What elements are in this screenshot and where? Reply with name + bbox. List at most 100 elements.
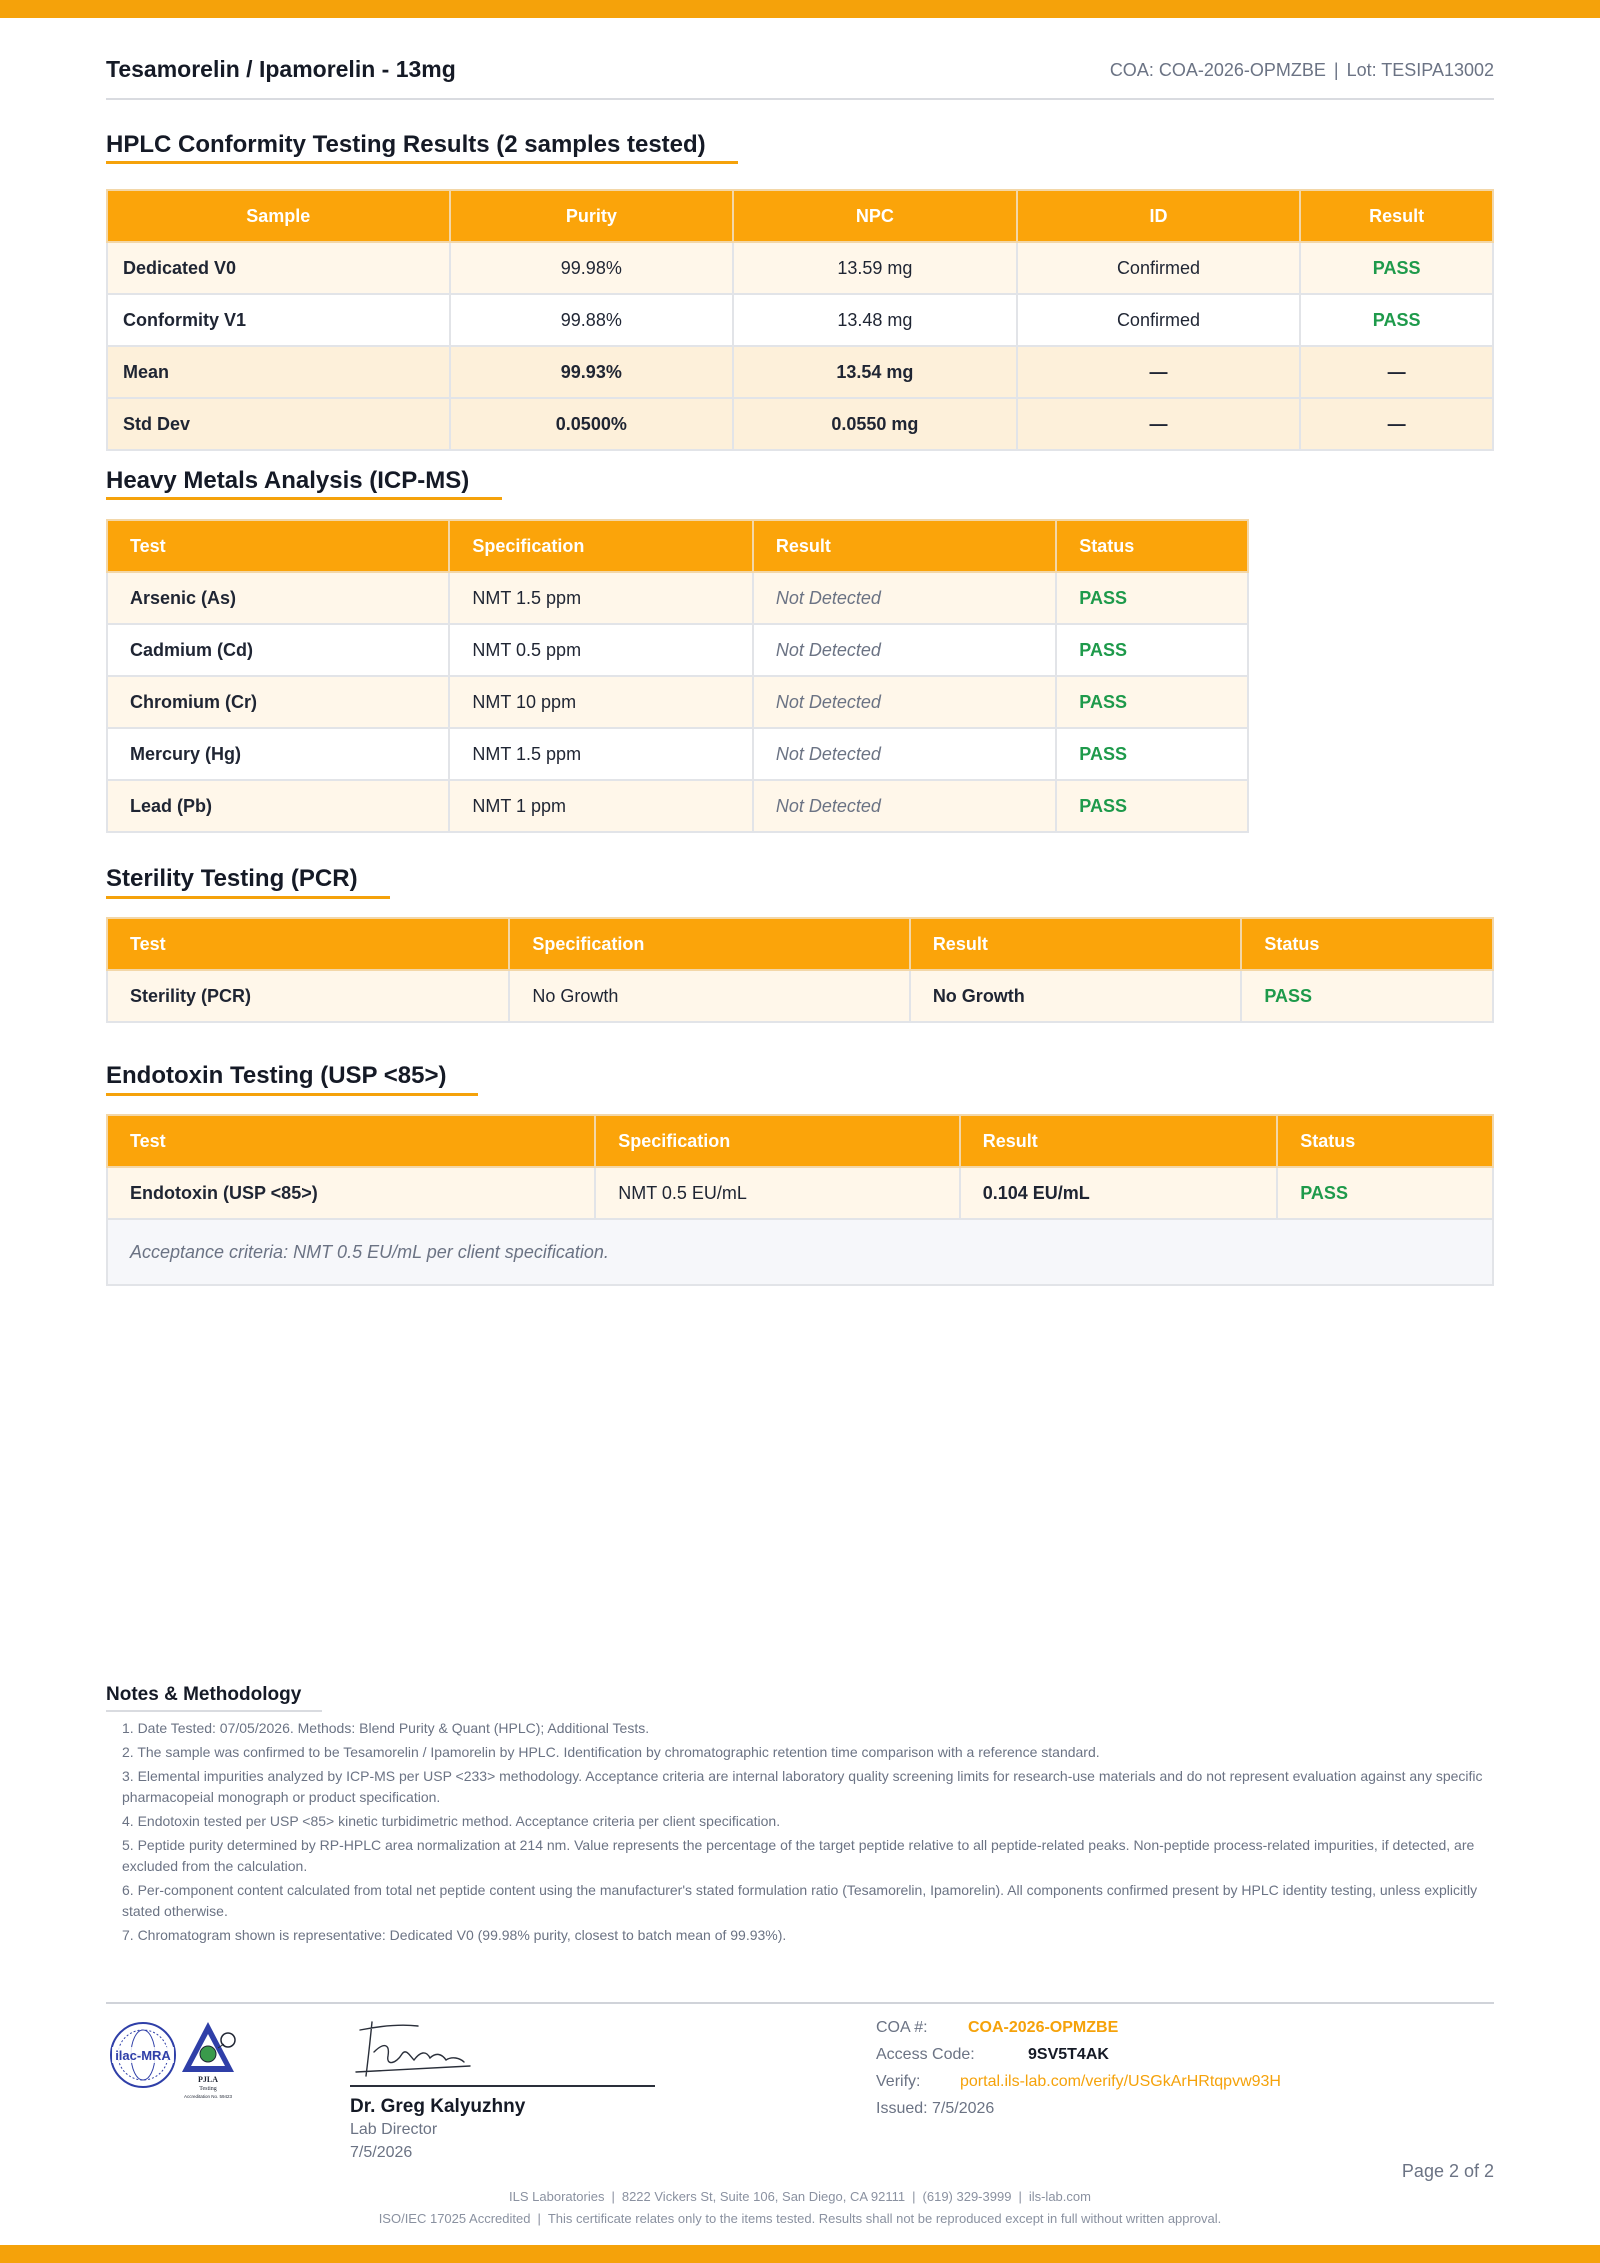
column-header: Sample: [106, 189, 451, 243]
table-header-row: Sample Purity NPC ID Result: [106, 189, 1494, 243]
access-code-value: 9SV5T4AK: [1028, 2046, 1109, 2063]
purity-value: 99.98%: [448, 241, 735, 295]
id-value: Confirmed: [1015, 293, 1302, 347]
mean-npc: 13.54 mg: [732, 345, 1018, 399]
note-item: 3. Elemental impurities analyzed by ICP-…: [122, 1768, 1483, 1805]
note-item: 1. Date Tested: 07/05/2026. Methods: Ble…: [122, 1720, 650, 1736]
column-header: Result: [751, 519, 1058, 573]
specification: NMT 0.5 EU/mL: [594, 1166, 961, 1220]
specification: NMT 1 ppm: [448, 779, 754, 833]
stddev-npc: 0.0550 mg: [732, 397, 1018, 451]
sterility-table: Test Specification Result Status Sterili…: [105, 917, 1494, 1023]
column-header: Specification: [448, 519, 754, 573]
product-title: Tesamorelin / Ipamorelin - 13mg: [106, 56, 456, 82]
access-code-row: Access Code: 9SV5T4AK: [876, 2046, 1109, 2064]
stddev-result: —: [1299, 397, 1494, 451]
access-label: Access Code:: [876, 2046, 975, 2063]
pjla-testing-logo: PJLA Testing Accreditation No. 59423: [182, 2022, 236, 2099]
note-item: 4. Endotoxin tested per USP <85> kinetic…: [122, 1813, 781, 1829]
table-row: Dedicated V0 99.98% 13.59 mg Confirmed P…: [106, 241, 1494, 295]
signer-role: Lab Director: [350, 2121, 438, 2138]
specification: NMT 1.5 ppm: [448, 571, 754, 625]
table-row: Endotoxin (USP <85>) NMT 0.5 EU/mL 0.104…: [105, 1166, 1494, 1220]
bottom-accent-bar: [0, 2245, 1600, 2263]
heavy-metals-table: Test Specification Result Status Arsenic…: [105, 519, 1249, 833]
column-header: Result: [1299, 189, 1494, 243]
top-accent-bar: [0, 0, 1600, 18]
coa-number: COA: COA-2026-OPMZBE: [1109, 60, 1326, 80]
id-value: Confirmed: [1015, 241, 1302, 295]
status-pass: PASS: [1055, 571, 1249, 625]
hplc-title-underline: [106, 161, 738, 164]
status-pass: PASS: [1055, 675, 1249, 729]
specification: NMT 1.5 ppm: [448, 727, 754, 781]
endotoxin-title-underline: [106, 1093, 478, 1096]
document-meta: COA: COA-2026-OPMZBE | Lot: TESIPA13002: [1109, 60, 1494, 80]
page-number: Page 2 of 2: [1401, 2161, 1494, 2181]
table-header-row: Test Specification Result Status: [105, 917, 1494, 971]
test-name: Lead (Pb): [105, 779, 451, 833]
disclaimer-text: This certificate relates only to the ite…: [547, 2211, 1222, 2226]
metals-section-title: Heavy Metals Analysis (ICP-MS): [106, 467, 470, 494]
note-item: 2. The sample was confirmed to be Tesamo…: [122, 1744, 1100, 1760]
column-header: Status: [1240, 917, 1494, 971]
note-item: 5. Peptide purity determined by RP-HPLC …: [122, 1837, 1475, 1874]
status-pass: PASS: [1055, 779, 1249, 833]
coa-label: COA #:: [876, 2019, 928, 2036]
column-header: Specification: [508, 917, 911, 971]
sample-name: Conformity V1: [106, 293, 451, 347]
specification: NMT 10 ppm: [448, 675, 754, 729]
table-header-row: Test Specification Result Status: [105, 1114, 1494, 1168]
purity-value: 99.88%: [448, 293, 735, 347]
note-item: 6. Per-component content calculated from…: [122, 1882, 1478, 1919]
endotoxin-section-title: Endotoxin Testing (USP <85>): [106, 1062, 447, 1089]
column-header: Status: [1055, 519, 1249, 573]
lab-phone: (619) 329-3999: [922, 2189, 1012, 2204]
column-header: Status: [1276, 1114, 1494, 1168]
stddev-id: —: [1015, 397, 1302, 451]
column-header: Test: [105, 1114, 597, 1168]
result-pass: PASS: [1299, 293, 1494, 347]
column-header: Result: [958, 1114, 1279, 1168]
stddev-label: Std Dev: [106, 397, 451, 451]
footer-divider: [106, 2002, 1494, 2004]
pjla-name: PJLA: [198, 2075, 218, 2084]
column-header: Test: [105, 519, 451, 573]
signature-line: [350, 2085, 655, 2087]
sample-name: Dedicated V0: [106, 241, 451, 295]
signature-image: [355, 2021, 471, 2077]
endotoxin-table: Test Specification Result Status Endotox…: [105, 1114, 1494, 1286]
column-header: ID: [1015, 189, 1302, 243]
npc-value: 13.48 mg: [732, 293, 1018, 347]
test-result: Not Detected: [751, 623, 1058, 677]
verify-link[interactable]: portal.ils-lab.com/verify/USGkArHRtqpvw9…: [960, 2073, 1281, 2091]
column-header: Result: [908, 917, 1243, 971]
ilac-mra-logo: ilac-MRA: [110, 2022, 176, 2088]
acceptance-criteria-row: Acceptance criteria: NMT 0.5 EU/mL per c…: [106, 1218, 1494, 1286]
document-header: Tesamorelin / Ipamorelin - 13mg COA: COA…: [106, 52, 1494, 100]
status-pass: PASS: [1240, 969, 1494, 1023]
test-name: Arsenic (As): [105, 571, 451, 625]
metals-title-underline: [106, 497, 502, 500]
pjla-sub: Testing: [199, 2086, 217, 2092]
notes-list: 1. Date Tested: 07/05/2026. Methods: Ble…: [122, 1718, 1494, 1949]
note-item: 7. Chromatogram shown is representative:…: [122, 1927, 787, 1943]
coa-number-row: COA #: COA-2026-OPMZBE: [876, 2019, 1118, 2037]
test-name: Endotoxin (USP <85>): [105, 1166, 597, 1220]
sterility-title-underline: [106, 896, 390, 899]
stddev-purity: 0.0500%: [448, 397, 735, 451]
lab-website: ils-lab.com: [1028, 2189, 1091, 2204]
test-result: Not Detected: [751, 727, 1058, 781]
test-result: Not Detected: [751, 571, 1058, 625]
notes-title-underline: [106, 1710, 322, 1712]
mean-purity: 99.93%: [448, 345, 735, 399]
hplc-results-table: Sample Purity NPC ID Result Dedicated V0…: [106, 189, 1494, 451]
verify-label: Verify:: [876, 2073, 921, 2090]
disclaimer-line: ISO/IEC 17025 Accredited | This certificat…: [378, 2211, 1222, 2226]
test-name: Cadmium (Cd): [105, 623, 451, 677]
ilac-mra-text: ilac-MRA: [115, 2048, 171, 2063]
table-row: Cadmium (Cd) NMT 0.5 ppm Not Detected PA…: [105, 623, 1249, 677]
lot-number: Lot: TESIPA13002: [1346, 60, 1494, 80]
specification: NMT 0.5 ppm: [448, 623, 754, 677]
column-header: Purity: [448, 189, 735, 243]
